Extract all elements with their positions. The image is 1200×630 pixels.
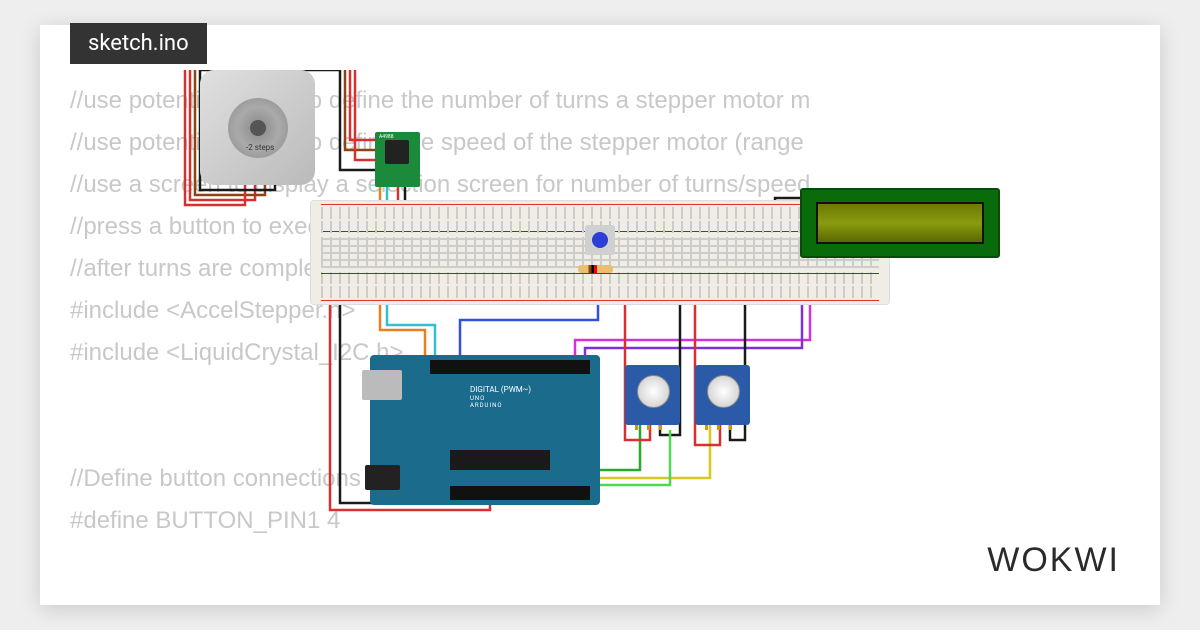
wokwi-logo: WOKWI: [987, 541, 1120, 580]
stepper-step-label: -2 steps: [246, 143, 274, 152]
arduino-digital-label: DIGITAL (PWM~): [470, 385, 531, 394]
push-button[interactable]: [585, 225, 615, 255]
potentiometer-1[interactable]: [625, 365, 680, 425]
driver-label: A4988: [379, 134, 394, 140]
arduino-digital-headers: [430, 360, 590, 374]
pot-pins: [705, 425, 740, 430]
breadboard-rail-marker: [321, 273, 879, 274]
breadboard-rail-marker: [321, 300, 879, 301]
circuit-diagram: -2 steps A4988 DIGITAL (PWM~): [180, 70, 1000, 520]
arduino-analog-headers: [450, 486, 590, 500]
lcd-1602[interactable]: [800, 188, 1000, 258]
resistor[interactable]: [578, 265, 613, 273]
breadboard-rail-marker: [321, 204, 879, 205]
arduino-board-label: UNO ARDUINO: [470, 395, 502, 409]
brand-text: WOKWI: [987, 541, 1120, 579]
arduino-uno[interactable]: DIGITAL (PWM~) UNO ARDUINO: [370, 355, 600, 505]
arduino-mcu-chip: [450, 450, 550, 470]
arduino-power-jack: [365, 465, 400, 490]
pot-pins: [635, 425, 670, 430]
stepper-motor[interactable]: -2 steps: [200, 70, 315, 185]
filename-tab: sketch.ino: [70, 23, 207, 64]
breadboard-rail: [321, 286, 879, 298]
breadboard-rail: [321, 207, 879, 219]
potentiometer-2[interactable]: [695, 365, 750, 425]
project-card: sketch.ino //use potentiometer 1 to defi…: [40, 25, 1160, 605]
arduino-usb-port: [362, 370, 402, 400]
filename-text: sketch.ino: [88, 31, 189, 56]
a4988-driver[interactable]: A4988: [375, 132, 420, 187]
